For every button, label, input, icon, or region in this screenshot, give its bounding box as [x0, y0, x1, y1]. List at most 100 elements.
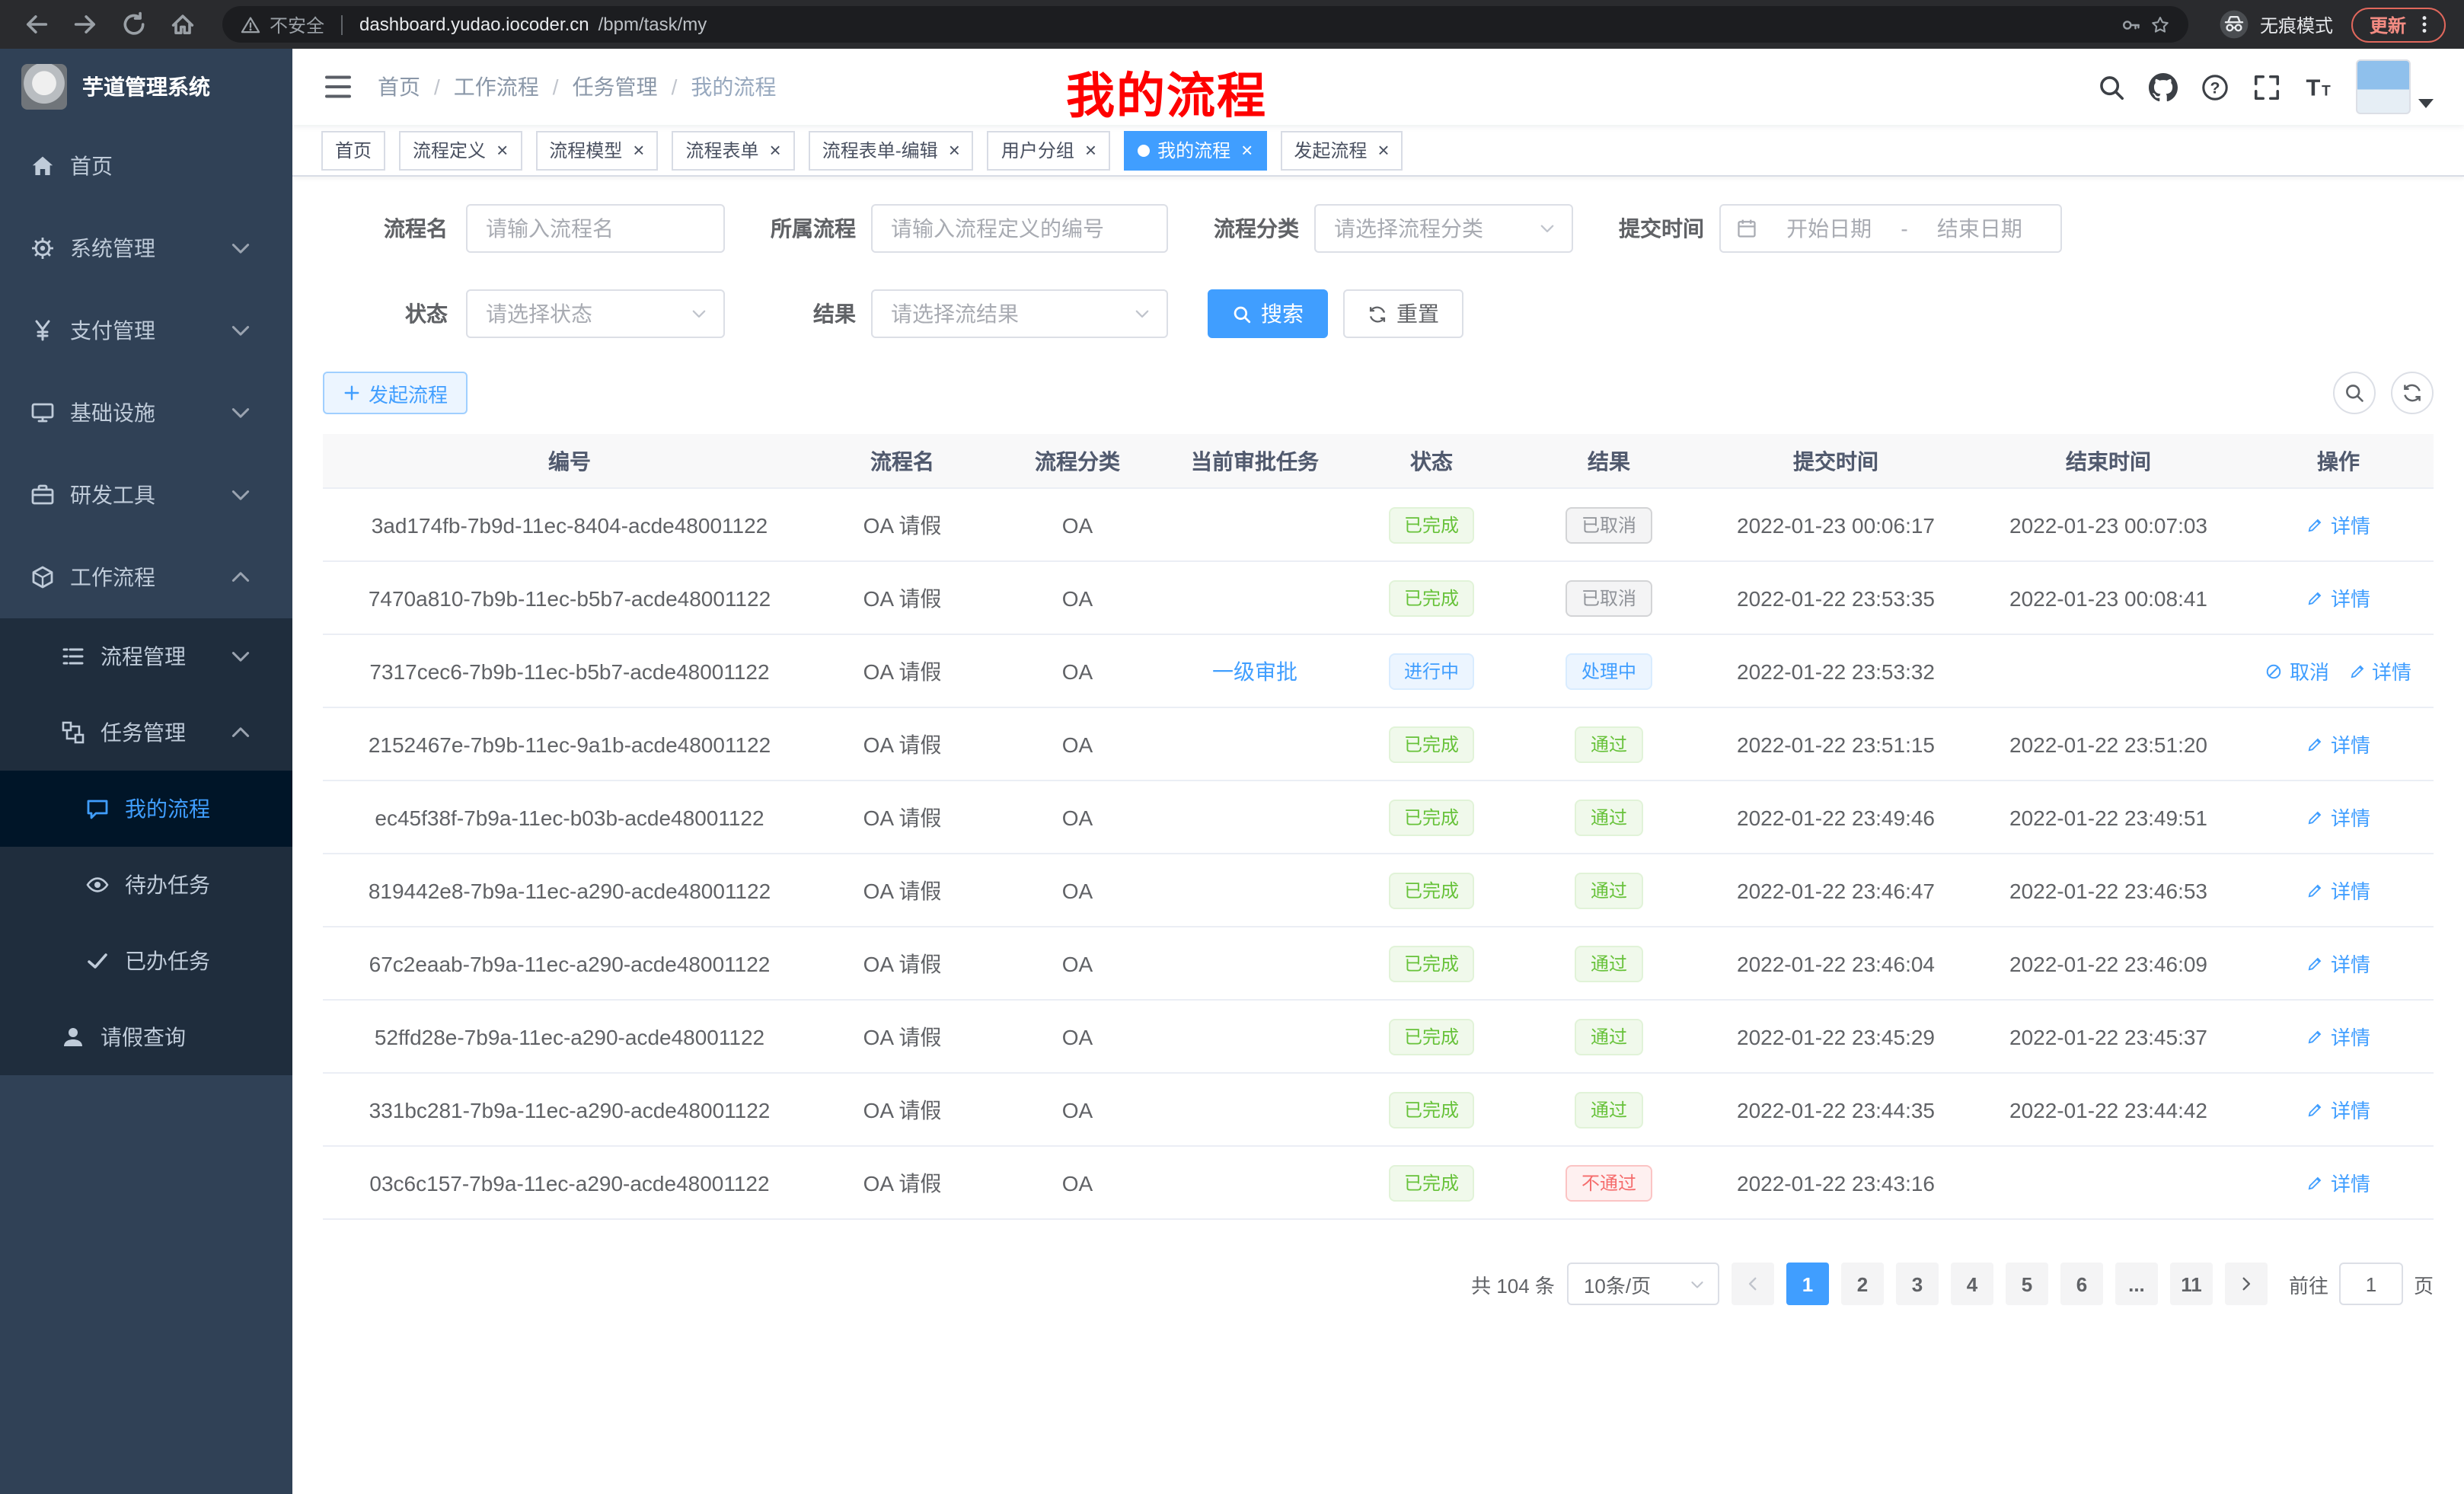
page-button[interactable]: 11 — [2170, 1263, 2213, 1305]
tab-item[interactable]: 发起流程× — [1280, 130, 1403, 170]
detail-action-link[interactable]: 详情 — [2306, 1022, 2370, 1051]
sidebar-item[interactable]: 首页 — [0, 125, 292, 207]
sidebar-item[interactable]: 研发工具 — [0, 454, 292, 536]
cell-status: 已完成 — [1343, 506, 1520, 543]
close-icon[interactable]: × — [496, 140, 508, 160]
result-select[interactable]: 请选择流结果 — [871, 289, 1168, 338]
key-icon[interactable] — [2121, 14, 2141, 34]
tab-item[interactable]: 用户分组× — [988, 130, 1110, 170]
cell-actions: 详情 — [2243, 510, 2434, 539]
avatar[interactable] — [2356, 59, 2411, 114]
font-size-icon[interactable]: TT — [2304, 72, 2333, 101]
tab-item[interactable]: 流程定义× — [399, 130, 522, 170]
user-menu[interactable] — [2356, 59, 2434, 114]
status-tag: 已完成 — [1389, 799, 1474, 835]
address-bar[interactable]: 不安全 dashboard.yudao.iocoder.cn /bpm/task… — [222, 6, 2188, 43]
main-area: 首页/工作流程/任务管理/我的流程 ? TT 首页流程定义×流程模型×流程表单×… — [292, 49, 2464, 1494]
sidebar-item[interactable]: 已办任务 — [0, 923, 292, 999]
goto-page-input[interactable] — [2339, 1263, 2403, 1305]
status-select[interactable]: 请选择状态 — [466, 289, 725, 338]
tab-item[interactable]: 首页 — [321, 130, 385, 170]
cell-process-id: 819442e8-7b9a-11ec-a290-acde48001122 — [323, 878, 816, 902]
sidebar-item[interactable]: 支付管理 — [0, 289, 292, 372]
page-button[interactable]: 6 — [2060, 1263, 2103, 1305]
sidebar-item[interactable]: 待办任务 — [0, 847, 292, 923]
incognito-badge: 无痕模式 — [2219, 9, 2333, 40]
detail-action-link[interactable]: 详情 — [2306, 1095, 2370, 1124]
forward-icon[interactable] — [72, 11, 99, 38]
detail-action-link[interactable]: 详情 — [2306, 510, 2370, 539]
tab-active[interactable]: 我的流程× — [1124, 130, 1266, 170]
reset-button[interactable]: 重置 — [1343, 289, 1463, 338]
submit-time-range-picker[interactable]: 开始日期 - 结束日期 — [1719, 204, 2062, 253]
current-task-link[interactable]: 一级审批 — [1212, 656, 1297, 686]
detail-action-link[interactable]: 详情 — [2348, 656, 2411, 685]
cell-submit-time: 2022-01-22 23:51:15 — [1698, 732, 1974, 756]
search-button[interactable]: 搜索 — [1208, 289, 1328, 338]
fullscreen-icon[interactable] — [2252, 72, 2281, 101]
category-select[interactable]: 请选择流程分类 — [1314, 204, 1573, 253]
chevron-down-icon — [1133, 305, 1151, 323]
breadcrumb-item[interactable]: 工作流程 — [454, 72, 539, 102]
breadcrumb-item[interactable]: 首页 — [378, 72, 420, 102]
sidebar-item[interactable]: 基础设施 — [0, 372, 292, 454]
create-process-button[interactable]: 发起流程 — [323, 372, 468, 414]
cell-status: 已完成 — [1343, 1164, 1520, 1201]
next-page-button[interactable] — [2225, 1263, 2268, 1305]
page-button[interactable]: 5 — [2006, 1263, 2048, 1305]
close-icon[interactable]: × — [949, 140, 960, 160]
refresh-table-button[interactable] — [2391, 372, 2434, 414]
detail-action-link[interactable]: 详情 — [2306, 583, 2370, 612]
tab-label: 流程模型 — [549, 137, 622, 163]
page-size-select[interactable]: 10条/页 — [1567, 1263, 1719, 1305]
menu-dots-icon[interactable] — [2414, 14, 2435, 35]
sidebar-item[interactable]: 工作流程 — [0, 536, 292, 618]
cancel-action-link[interactable]: 取消 — [2265, 656, 2329, 685]
page-button[interactable]: 2 — [1841, 1263, 1884, 1305]
page-button[interactable]: 4 — [1951, 1263, 1993, 1305]
filter-row-1: 流程名 所属流程 流程分类 请选择流程分类 提交时间 开始日期 - 结束日期 — [344, 204, 2434, 253]
sidebar-item[interactable]: 流程管理 — [0, 618, 292, 694]
close-icon[interactable]: × — [770, 140, 781, 160]
help-icon[interactable]: ? — [2201, 72, 2229, 101]
app-logo-row[interactable]: 芋道管理系统 — [0, 49, 292, 125]
update-button[interactable]: 更新 — [2351, 7, 2446, 42]
github-icon[interactable] — [2149, 72, 2178, 101]
back-icon[interactable] — [23, 11, 50, 38]
tab-item[interactable]: 流程表单× — [672, 130, 794, 170]
date-end-placeholder: 结束日期 — [1914, 213, 2045, 244]
more-pages-button[interactable]: ... — [2115, 1263, 2158, 1305]
sidebar-item[interactable]: 我的流程 — [0, 771, 292, 847]
status-tag: 已完成 — [1389, 579, 1474, 616]
toggle-search-button[interactable] — [2333, 372, 2376, 414]
detail-action-link[interactable]: 详情 — [2306, 803, 2370, 832]
browser-home-icon[interactable] — [169, 11, 196, 38]
cell-process-name: OA 请假 — [816, 1094, 988, 1125]
menu-fold-icon[interactable] — [323, 72, 353, 102]
detail-action-link[interactable]: 详情 — [2306, 949, 2370, 978]
detail-action-link[interactable]: 详情 — [2306, 729, 2370, 758]
prev-page-button[interactable] — [1732, 1263, 1774, 1305]
breadcrumb-item[interactable]: 任务管理 — [573, 72, 658, 102]
sidebar-item[interactable]: 任务管理 — [0, 694, 292, 771]
sidebar-item[interactable]: 系统管理 — [0, 207, 292, 289]
detail-action-link[interactable]: 详情 — [2306, 1168, 2370, 1197]
close-icon[interactable]: × — [1085, 140, 1096, 160]
page-button[interactable]: 1 — [1786, 1263, 1829, 1305]
edit-icon — [2306, 1173, 2325, 1192]
search-icon[interactable] — [2097, 72, 2126, 101]
belong-process-input[interactable] — [871, 204, 1168, 253]
svg-text:?: ? — [2210, 78, 2220, 97]
star-icon[interactable] — [2150, 14, 2170, 34]
page-button[interactable]: 3 — [1896, 1263, 1939, 1305]
close-icon[interactable]: × — [633, 140, 644, 160]
tab-item[interactable]: 流程表单-编辑× — [809, 130, 974, 170]
tab-item[interactable]: 流程模型 × — [535, 130, 658, 170]
process-name-input[interactable] — [466, 204, 725, 253]
close-icon[interactable]: × — [1377, 140, 1389, 160]
sidebar-item[interactable]: 请假查询 — [0, 999, 292, 1075]
reload-icon[interactable] — [120, 11, 148, 38]
detail-action-link[interactable]: 详情 — [2306, 876, 2370, 905]
status-tag: 已完成 — [1389, 1164, 1474, 1201]
close-icon[interactable]: × — [1241, 140, 1253, 160]
